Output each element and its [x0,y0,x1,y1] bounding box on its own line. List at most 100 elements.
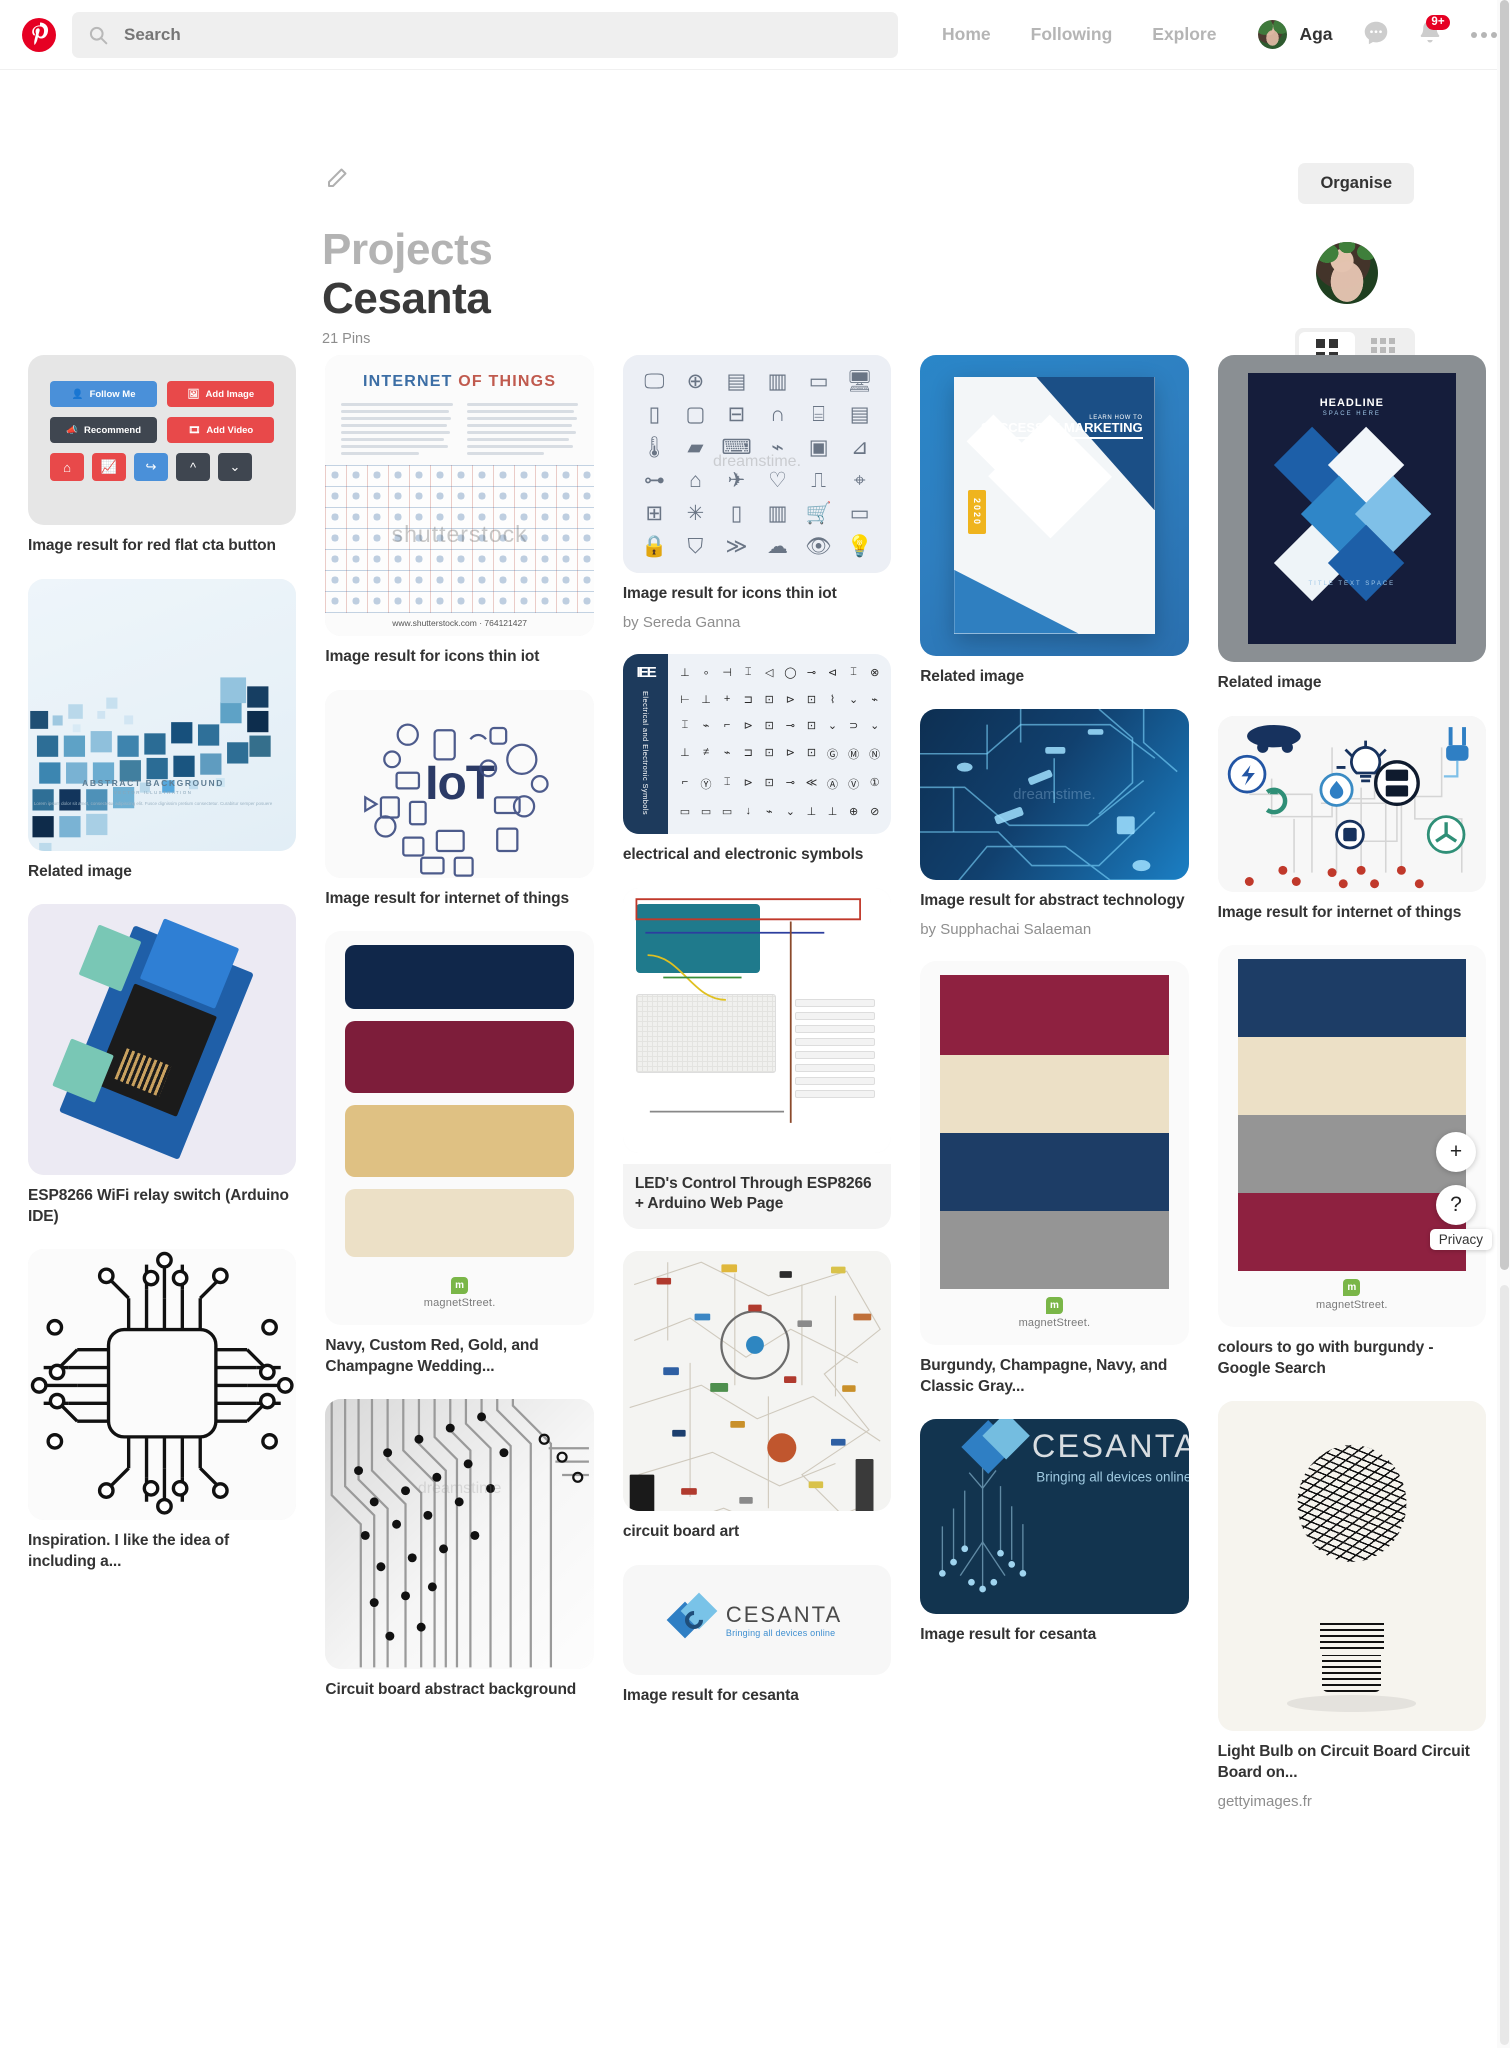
nav-link-home[interactable]: Home [922,24,1011,45]
cesanta-mark-icon [666,1592,718,1642]
pin-card[interactable]: m magnetStreet. Navy, Custom Red, Gold, … [325,931,594,1377]
airplane-icon: ✈ [727,469,746,492]
marketing-poster-art: LEARN HOW TO SUCCESS IN MARKETING 2020 [920,355,1189,656]
tablet-icon: ▢ [685,403,706,426]
pin-card[interactable]: 👤 Follow Me 🖼 Add Image 📣 Recommend 🎞 Add Vi… [28,355,297,557]
server-icon: ▤ [849,403,870,426]
more-options-icon[interactable] [1470,31,1497,38]
scrollbar-track-lower[interactable] [1500,1285,1509,2045]
pin-card[interactable]: ESP8266 WiFi relay switch (Arduino IDE) [28,904,297,1227]
pin-card[interactable]: m magnetStreet. Burgundy, Champagne, Nav… [920,961,1189,1397]
magnetstreet-logo: m magnetStreet. [940,1289,1168,1335]
search-bar[interactable] [72,11,898,58]
satellite-icon: ⌖ [853,469,866,492]
messages-button[interactable] [1361,18,1391,52]
megaphone-icon: 📣 [66,424,79,436]
pin-title: Image result for internet of things [325,889,570,907]
pin-image[interactable]: m magnetStreet. [920,961,1189,1346]
pin-card[interactable]: 🖵 ⊕ ▤ ▥ ▭ 🖥 ▯ ▢ ⊟ ∩ ⌸ ▤ 🌡 ▰ ⌨ ⌁ ▣ ⊿ ⊶ ⌂ … [622,355,892,632]
cesanta-logo-light-art: CESANTA Bringing all devices online [622,1564,892,1675]
pin-grid: 👤 Follow Me 🖼 Add Image 📣 Recommend 🎞 Add Vi… [0,355,1510,1833]
avatar [1258,20,1288,49]
add-pin-button[interactable]: + [1436,1132,1476,1172]
pin-card[interactable]: LED's Control Through ESP8266 + Arduino … [622,887,892,1229]
pin-image[interactable]: m magnetStreet. [325,931,594,1326]
pin-image[interactable]: dreamstime [325,1399,594,1670]
board-pin-count: 21 Pins [322,330,371,347]
symbol-grid: ⊥ ∘ ⊣ ⌶ ◁ ◯ ⊸ ⊲ ⌶ ⊗ ⊢ ⊥ + ⊐ ⊡ ⊳ ⊡ ⌇ ⌄ ⌁ ⌶ ⌁ ⌐ ⊳ ⊡ ⊸ ⊡ ⌄ ⊃ ⌄ ⊥ ≠ ⌁ ⊐ ⊡ ⊳ ⊡… [679,666,881,819]
stock-footer: www.shutterstock.com · 764121427 [325,613,594,636]
user-menu[interactable]: Aga [1236,20,1336,49]
pin-image[interactable]: 👤 Follow Me 🖼 Add Image 📣 Recommend 🎞 Add Vi… [28,355,297,525]
chevron-down-icon: ⌄ [218,453,252,481]
headline-text: HEADLINE [1319,397,1384,410]
pin-card[interactable]: dreamstime Circuit board abstract backgr… [325,1399,594,1701]
pin-image[interactable]: 🖵 ⊕ ▤ ▥ ▭ 🖥 ▯ ▢ ⊟ ∩ ⌸ ▤ 🌡 ▰ ⌨ ⌁ ▣ ⊿ ⊶ ⌂ … [622,355,892,573]
add-image-button: 🖼 Add Image [167,381,275,407]
bulb-icon: 💡 [846,535,873,558]
magnetstreet-logo: m magnetStreet. [1238,1271,1466,1317]
pin-card[interactable]: INTERNET OF THINGS shutterstock www.shut [325,355,594,668]
pin-card[interactable]: LEARN HOW TO SUCCESS IN MARKETING 2020 R… [920,355,1189,687]
notifications-button[interactable]: 9+ [1415,14,1450,52]
pin-card[interactable]: dreamstime. Image result for abstract te… [920,709,1189,939]
pin-card[interactable]: IEE Electrical and Electronic Symbols ⊥ ∘… [622,654,892,866]
lock-icon: 🔒 [641,535,668,558]
pin-image[interactable] [622,1250,892,1511]
pin-image[interactable]: CESANTA Bringing all devices online [920,1419,1189,1615]
pin-card[interactable]: ABSTRACT BACKGROUND VECTOR ILLUSTRATION … [28,578,297,883]
nav-link-explore[interactable]: Explore [1132,24,1236,45]
pin-image[interactable]: CESANTA Bringing all devices online [622,1564,892,1675]
pinterest-logo-icon[interactable] [22,17,56,52]
pin-card[interactable]: Image result for internet of things [1217,715,1487,924]
pin-image[interactable]: INTERNET OF THINGS shutterstock www.shut [325,355,594,636]
pin-image[interactable]: LEARN HOW TO SUCCESS IN MARKETING 2020 [920,355,1189,656]
pin-image[interactable] [1217,715,1487,892]
pin-card[interactable]: circuit board art [622,1250,892,1543]
pin-title: Image result for cesanta [622,1686,799,1704]
monitor-icon: 🖵 [644,370,665,393]
pin-card[interactable]: HEADLINE SPACE HERE TITLE TEXT SPACE Rel… [1217,355,1487,694]
pin-title: Burgundy, Champagne, Navy, and Classic G… [920,1357,1168,1395]
pin-title: Related image [28,862,132,880]
pin-title: LED's Control Through ESP8266 + Arduino … [622,1163,892,1229]
floating-action-buttons: + ? [1436,1132,1476,1238]
video-icon: 🎞 [188,424,201,436]
watermark: dreamstime. [713,453,802,471]
pin-image[interactable]: dreamstime. [920,709,1189,881]
iee-brand: IEE [636,664,657,682]
top-navigation-bar: Home Following Explore Aga 9+ [0,0,1510,70]
help-button[interactable]: ? [1436,1185,1476,1225]
search-input[interactable] [124,24,882,45]
pin-image[interactable] [622,887,892,1153]
nav-link-following[interactable]: Following [1011,24,1133,45]
poster-headline: SUCCESS IN MARKETING [980,421,1143,440]
privacy-tooltip[interactable]: Privacy [1429,1229,1492,1250]
pin-image[interactable]: HEADLINE SPACE HERE TITLE TEXT SPACE [1217,355,1487,662]
pin-title: Circuit board abstract background [325,1681,577,1699]
notification-badge: 9+ [1426,14,1450,31]
pin-column-1: 👤 Follow Me 🖼 Add Image 📣 Recommend 🎞 Add Vi… [28,355,297,1595]
scrollbar-thumb[interactable] [1500,0,1509,1270]
pin-card[interactable]: CESANTA Bringing all devices online Imag… [920,1419,1189,1646]
pin-card[interactable]: Inspiration. I like the idea of includin… [28,1249,297,1572]
search-icon [88,25,108,45]
pin-column-2: INTERNET OF THINGS shutterstock www.shut [325,355,594,1723]
page-scrollbar[interactable] [1497,0,1510,2048]
pin-image[interactable]: IoT [325,689,594,878]
pin-card[interactable]: IoT Image result for internet of things [325,689,594,910]
organise-button[interactable]: Organise [1298,163,1414,204]
pin-image[interactable] [1217,1401,1487,1732]
pin-card[interactable]: CESANTA Bringing all devices online Imag… [622,1564,892,1707]
wedding-palette-art: m magnetStreet. [325,931,594,1326]
microwave-icon: ▥ [767,370,788,393]
circuit-abstract-art: dreamstime [325,1399,594,1670]
pin-title: Image result for cesanta [920,1626,1097,1644]
board-owner-avatar[interactable] [1316,242,1378,304]
pin-image[interactable] [28,1249,297,1521]
pin-image[interactable]: IEE Electrical and Electronic Symbols ⊥ ∘… [622,654,892,835]
pin-image[interactable]: ABSTRACT BACKGROUND VECTOR ILLUSTRATION … [28,578,297,851]
pin-card[interactable]: Light Bulb on Circuit Board Circuit Boar… [1217,1401,1487,1811]
pin-image[interactable] [28,904,297,1176]
pencil-icon[interactable] [325,166,349,195]
